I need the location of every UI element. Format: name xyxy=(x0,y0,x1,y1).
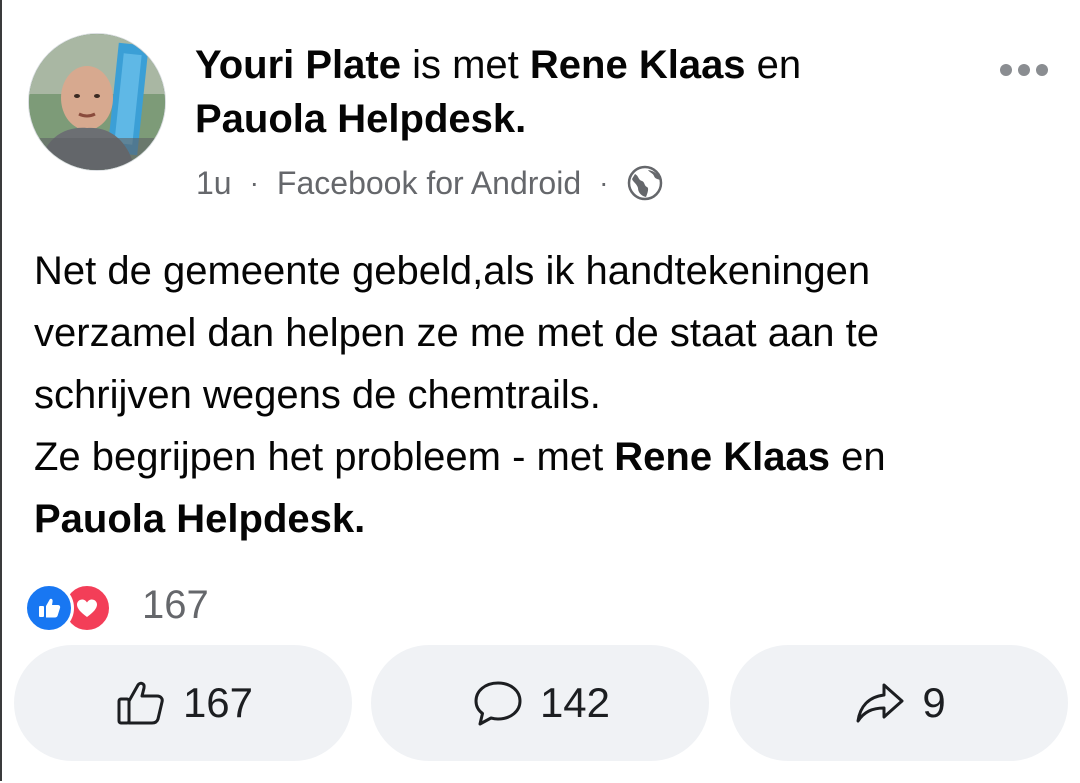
tagged-user-2-body[interactable]: Pauola Helpdesk. xyxy=(34,497,365,541)
thumbs-up-icon xyxy=(117,681,164,725)
avatar-photo xyxy=(29,34,165,170)
body-line: Ze begrijpen het probleem - met Rene Kla… xyxy=(34,426,1044,488)
body-line: schrijven wegens de chemtrails. xyxy=(34,373,601,417)
post-time[interactable]: 1u xyxy=(196,165,232,202)
with-text: is met xyxy=(400,43,530,87)
post-meta: 1u · Facebook for Android · xyxy=(196,163,664,203)
post-body: Net de gemeente gebeld,als ik handtekeni… xyxy=(34,240,1044,550)
share-button[interactable]: 9 xyxy=(730,645,1068,761)
post-header: Youri Plate is met Rene Klaas en Pauola … xyxy=(195,38,975,146)
body-text: en xyxy=(829,435,886,479)
meta-separator: · xyxy=(249,167,259,198)
post-source: Facebook for Android xyxy=(276,164,582,201)
tagged-user-1-body[interactable]: Rene Klaas xyxy=(614,435,830,479)
body-text: Ze begrijpen het probleem - met xyxy=(34,435,615,479)
and-text: en xyxy=(745,43,802,87)
share-arrow-icon xyxy=(856,683,904,723)
comment-bubble-icon xyxy=(474,681,522,726)
avatar[interactable] xyxy=(28,33,166,171)
body-line: verzamel dan helpen ze me met de staat a… xyxy=(34,311,879,355)
author-name[interactable]: Youri Plate xyxy=(195,43,401,87)
like-count: 167 xyxy=(182,679,254,726)
reaction-icons xyxy=(22,580,132,633)
globe-icon[interactable] xyxy=(626,164,664,202)
share-count: 9 xyxy=(922,679,946,726)
like-button[interactable]: 167 xyxy=(14,645,352,761)
like-icon xyxy=(24,583,74,633)
more-options-icon[interactable] xyxy=(1000,58,1060,82)
meta-separator: · xyxy=(599,167,609,198)
reaction-count: 167 xyxy=(142,582,209,627)
comment-button[interactable]: 142 xyxy=(371,645,709,761)
reactions-summary[interactable]: 167 xyxy=(22,580,209,633)
body-line: Pauola Helpdesk. xyxy=(34,488,1044,550)
tagged-user-1[interactable]: Rene Klaas xyxy=(530,43,746,87)
comment-count: 142 xyxy=(539,679,611,726)
body-line: Net de gemeente gebeld,als ik handtekeni… xyxy=(34,249,871,293)
tagged-user-2[interactable]: Pauola Helpdesk. xyxy=(195,97,526,141)
